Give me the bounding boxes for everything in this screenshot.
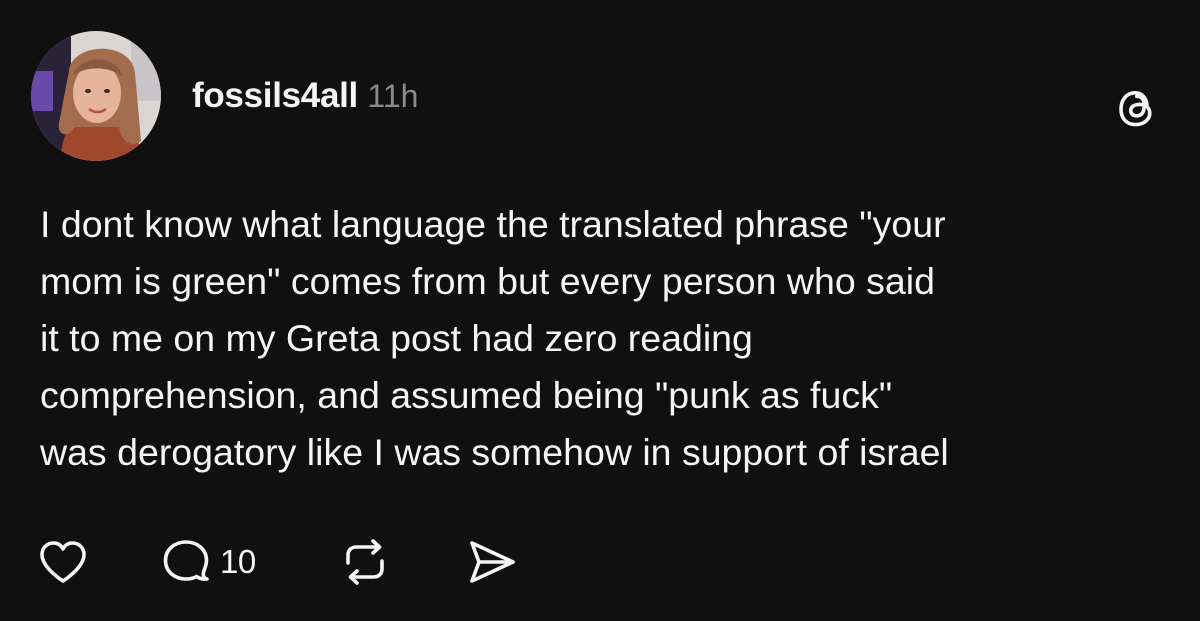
share-button[interactable]: [466, 530, 518, 594]
username-link[interactable]: fossils4all: [192, 76, 358, 115]
post-text-line: it to me on my Greta post had zero readi…: [40, 317, 753, 359]
repost-arrows-icon: [346, 539, 384, 585]
threads-logo-icon[interactable]: [1112, 83, 1162, 133]
post-text: I dont know what language the translated…: [40, 196, 1180, 481]
reply-button[interactable]: 10: [160, 530, 256, 594]
post-text-line: I dont know what language the translated…: [40, 203, 946, 245]
heart-icon: [40, 541, 86, 583]
like-button[interactable]: [38, 530, 88, 594]
post-header: fossils4all 11h: [192, 74, 418, 125]
post-text-line: mom is green" comes from but every perso…: [40, 260, 935, 302]
repost-button[interactable]: [338, 530, 392, 594]
avatar-photo: [31, 31, 161, 161]
paper-plane-icon: [470, 541, 515, 583]
post-timestamp: 11h: [367, 78, 419, 114]
profile-avatar[interactable]: [31, 31, 161, 161]
post-text-line: was derogatory like I was somehow in sup…: [40, 431, 949, 473]
reply-count: 10: [220, 543, 256, 580]
post-text-line: comprehension, and assumed being "punk a…: [40, 374, 893, 416]
speech-bubble-icon: [163, 540, 209, 581]
